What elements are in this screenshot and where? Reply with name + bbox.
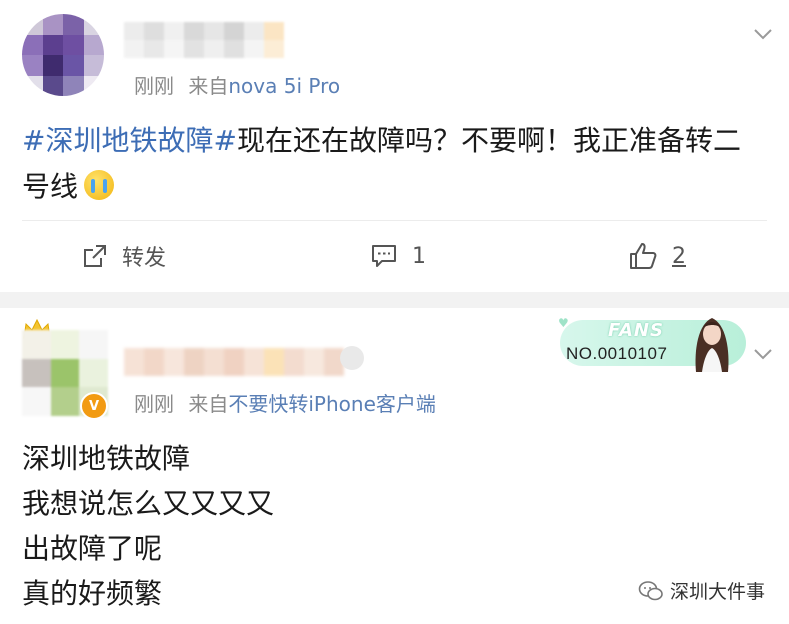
- watermark-text: 深圳大件事: [669, 581, 765, 603]
- post-time: 刚刚: [134, 392, 174, 416]
- fans-number: NO.0010107: [566, 344, 668, 363]
- comment-button[interactable]: 1: [370, 230, 426, 282]
- repost-button[interactable]: 转发: [82, 230, 166, 282]
- divider: [22, 220, 767, 221]
- post-line: 真的好频繁: [22, 577, 163, 610]
- post-meta: 刚刚 来自nova 5i Pro: [134, 70, 340, 99]
- watermark: 深圳大件事: [638, 577, 765, 604]
- avatar[interactable]: [22, 14, 104, 96]
- post-text: #深圳地铁故障#现在还在故障吗？不要啊！我正准备转二号线: [22, 118, 767, 210]
- member-icon: [340, 346, 364, 370]
- post-meta: 刚刚 来自不要快转iPhone客户端: [134, 388, 436, 417]
- verified-badge: V: [80, 392, 108, 420]
- source-link[interactable]: 不要快转iPhone客户端: [228, 392, 436, 416]
- post-card: 刚刚 来自nova 5i Pro #深圳地铁故障#现在还在故障吗？不要啊！我正准…: [0, 0, 789, 292]
- comment-count: 1: [412, 243, 426, 269]
- post-card: V ♥ ♥ FANS NO.0010107 刚刚 来自不要快转iPhone客户端: [0, 308, 789, 624]
- fans-badge[interactable]: ♥ ♥ FANS NO.0010107: [552, 310, 746, 372]
- weibo-feed: 刚刚 来自nova 5i Pro #深圳地铁故障#现在还在故障吗？不要啊！我正准…: [0, 0, 789, 624]
- wechat-icon: [638, 580, 663, 600]
- like-count[interactable]: 2: [672, 244, 686, 269]
- feed-separator: [0, 292, 789, 308]
- fan-idol-portrait-icon: [695, 318, 729, 372]
- username-blurred[interactable]: [124, 348, 344, 376]
- post-line: 出故障了呢: [22, 532, 163, 565]
- hashtag-link[interactable]: #深圳地铁故障#: [22, 124, 237, 157]
- source-prefix: 来自: [188, 74, 229, 98]
- action-bar: 转发 1 2: [0, 230, 789, 282]
- fans-word: FANS: [608, 320, 664, 341]
- post-text: 深圳地铁故障 我想说怎么又又又又 出故障了呢 真的好频繁: [22, 436, 622, 616]
- source-link[interactable]: nova 5i Pro: [228, 74, 340, 98]
- post-time: 刚刚: [134, 74, 174, 98]
- chevron-down-icon[interactable]: [753, 346, 773, 362]
- username-blurred[interactable]: [124, 22, 284, 58]
- comment-icon: [372, 245, 396, 267]
- crying-emoji-icon: [84, 170, 115, 200]
- repost-icon: [84, 245, 106, 267]
- thumbs-up-icon: [630, 243, 657, 269]
- chevron-down-icon[interactable]: [753, 26, 773, 42]
- source-prefix: 来自: [188, 392, 229, 416]
- post-line: 深圳地铁故障: [22, 442, 191, 475]
- post-line: 我想说怎么又又又又: [22, 487, 275, 520]
- repost-label: 转发: [122, 246, 167, 271]
- like-button[interactable]: 2: [628, 230, 686, 282]
